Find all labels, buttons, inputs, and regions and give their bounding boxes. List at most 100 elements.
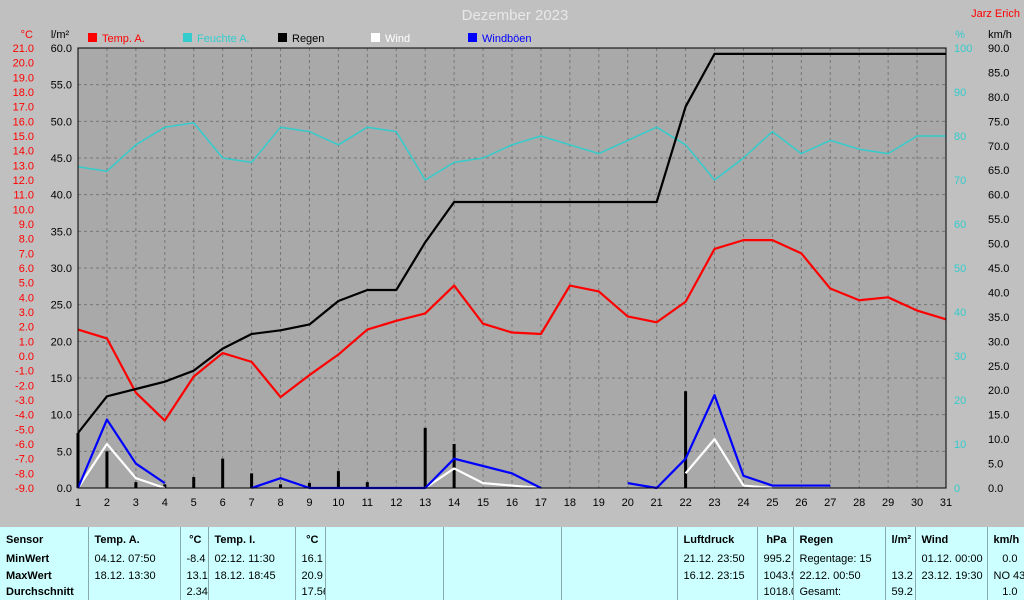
stats-cell: Wind (915, 527, 988, 552)
stats-cell: Luftdruck (677, 527, 758, 552)
stats-cell: Temp. A. (88, 527, 181, 552)
stats-cell (677, 583, 758, 600)
rain-tick-label: 50.0 (51, 116, 72, 128)
wind-tick-label: 85.0 (988, 67, 1009, 79)
stats-cell: Regentage: 15 (793, 551, 886, 568)
wind-tick-label: 5.0 (988, 459, 1003, 471)
x-tick-label: 7 (249, 497, 255, 509)
stats-cell: °C (180, 527, 209, 552)
temp-tick-label: 18.0 (13, 87, 34, 99)
stats-cell: 18.12. 13:30 (88, 567, 181, 584)
x-tick-label: 28 (853, 497, 865, 509)
stats-cell: 17.56 (295, 583, 326, 600)
humidity-tick-label: 20 (954, 395, 966, 407)
rain-tick-label: 35.0 (51, 226, 72, 238)
temp-tick-label: -9.0 (15, 483, 34, 495)
stats-cell: 22.12. 00:50 (793, 567, 886, 584)
temp-tick-label: 2.0 (19, 322, 34, 334)
temp-tick-label: -1.0 (15, 366, 34, 378)
temp-tick-label: -4.0 (15, 410, 34, 422)
rain-tick-label: 55.0 (51, 80, 72, 92)
stats-cell: 13.1 (180, 567, 209, 584)
wind-tick-label: 45.0 (988, 263, 1009, 275)
wind-tick-label: 10.0 (988, 434, 1009, 446)
stats-cell: l/m² (885, 527, 916, 552)
x-tick-label: 20 (622, 497, 634, 509)
stats-cell: 1043.5 (757, 567, 794, 584)
rain-bar (336, 471, 340, 488)
rain-bar (279, 484, 283, 488)
stats-cell (561, 583, 678, 600)
rain-tick-label: 25.0 (51, 300, 72, 312)
legend-swatch (468, 33, 477, 42)
humidity-tick-label: 90 (954, 87, 966, 99)
x-tick-label: 19 (593, 497, 605, 509)
x-tick-label: 9 (306, 497, 312, 509)
stats-cell: 01.12. 00:00 (915, 551, 988, 568)
stats-cell (325, 551, 444, 568)
wind-tick-label: 75.0 (988, 116, 1009, 128)
stats-cell (443, 551, 562, 568)
rain-bar (134, 482, 138, 488)
temp-tick-label: 17.0 (13, 102, 34, 114)
x-tick-label: 3 (133, 497, 139, 509)
stats-cell: °C (295, 527, 326, 552)
stats-row: Durchschnitt 2.34 17.56 1018.0Gesamt:59.2 1.… (0, 583, 1024, 600)
legend-swatch (88, 33, 97, 42)
rain-tick-label: 40.0 (51, 190, 72, 202)
legend-swatch (371, 33, 380, 42)
author-label: Jarz Erich (971, 8, 1020, 20)
humidity-tick-label: 70 (954, 175, 966, 187)
temp-tick-label: 20.0 (13, 58, 34, 70)
temp-tick-label: 16.0 (13, 116, 34, 128)
stats-cell: 59.2 (885, 583, 916, 600)
rain-tick-label: 60.0 (51, 43, 72, 55)
temp-tick-label: 14.0 (13, 146, 34, 158)
stats-cell: 2.34 (180, 583, 209, 600)
x-tick-label: 26 (795, 497, 807, 509)
rain-tick-label: 15.0 (51, 373, 72, 385)
wind-tick-label: 15.0 (988, 410, 1009, 422)
stats-row: Sensor Temp. A. °C Temp. I. °C Luftdruck hPa Re… (0, 527, 1024, 552)
x-tick-label: 23 (708, 497, 720, 509)
wind-tick-label: 60.0 (988, 190, 1009, 202)
rain-tick-label: 10.0 (51, 410, 72, 422)
legend-label: Wind (385, 33, 410, 45)
legend-swatch (183, 33, 192, 42)
stats-cell: 16.12. 23:15 (677, 567, 758, 584)
temp-tick-label: -7.0 (15, 454, 34, 466)
temp-tick-label: 6.0 (19, 263, 34, 275)
humidity-tick-label: 30 (954, 351, 966, 363)
stats-cell (325, 527, 444, 552)
stats-cell: Temp. I. (208, 527, 296, 552)
rain-bar (250, 473, 254, 488)
stats-cell: 13.2 (885, 567, 916, 584)
humidity-unit: % (955, 29, 965, 41)
temp-tick-label: 13.0 (13, 160, 34, 172)
stats-cell: 1018.0 (757, 583, 794, 600)
x-tick-label: 31 (940, 497, 952, 509)
stats-cell (443, 567, 562, 584)
wind-tick-label: 50.0 (988, 239, 1009, 251)
humidity-tick-label: 60 (954, 219, 966, 231)
wind-tick-label: 90.0 (988, 43, 1009, 55)
temp-tick-label: 5.0 (19, 278, 34, 290)
wind-tick-label: 40.0 (988, 287, 1009, 299)
stats-cell: Gesamt: (793, 583, 886, 600)
temp-tick-label: 1.0 (19, 336, 34, 348)
rain-bar (192, 477, 196, 488)
temp-unit: °C (21, 29, 33, 41)
stats-cell: 04.12. 07:50 (88, 551, 181, 568)
chart-title: Dezember 2023 (462, 7, 569, 24)
wind-tick-label: 0.0 (988, 483, 1003, 495)
stats-row: MaxWert 18.12. 13:30 13.1 18.12. 18:45 20.9 1… (0, 567, 1024, 584)
rain-tick-label: 0.0 (57, 483, 72, 495)
humidity-tick-label: 0 (954, 483, 960, 495)
stats-cell: 18.12. 18:45 (208, 567, 296, 584)
x-tick-label: 24 (737, 497, 749, 509)
x-tick-label: 10 (332, 497, 344, 509)
humidity-tick-label: 50 (954, 263, 966, 275)
humidity-tick-label: 80 (954, 131, 966, 143)
temp-tick-label: 0.0 (19, 351, 34, 363)
x-tick-label: 11 (362, 497, 373, 509)
